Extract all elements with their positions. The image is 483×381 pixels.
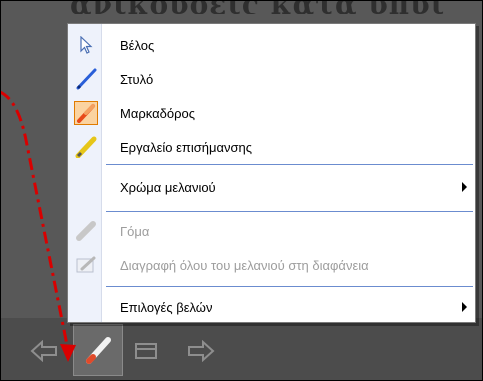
menu-item-erase-all-ink[interactable]: Διαγραφή όλου του μελανιού στη διαφάνεια bbox=[68, 248, 475, 282]
highlighter-icon bbox=[74, 135, 98, 159]
felt-tip-pen-icon bbox=[74, 101, 98, 125]
menu-item-label: Στυλό bbox=[120, 71, 154, 87]
menu-item-arrow-options[interactable]: Επιλογές βελών bbox=[68, 290, 475, 324]
previous-slide-icon bbox=[30, 340, 57, 362]
pointer-options-menu: Βέλος Στυλό Μαρκαδόρος Εργαλείο επισήμαν… bbox=[67, 23, 476, 323]
menu-separator bbox=[106, 164, 473, 165]
submenu-arrow-icon bbox=[462, 182, 467, 192]
menu-item-label: Χρώμα μελανιού bbox=[120, 179, 216, 195]
menu-separator bbox=[106, 211, 473, 212]
slide-title-fragment: ανικουοεις κατα υπυι bbox=[70, 0, 483, 14]
menu-item-pen[interactable]: Στυλό bbox=[68, 62, 475, 96]
slide-menu-button[interactable] bbox=[131, 338, 161, 364]
menu-item-label: Διαγραφή όλου του μελανιού στη διαφάνεια bbox=[120, 257, 369, 273]
menu-item-felt-tip-pen[interactable]: Μαρκαδόρος bbox=[68, 96, 475, 130]
slide-menu-icon bbox=[135, 343, 157, 359]
menu-item-label: Γόμα bbox=[120, 223, 150, 239]
menu-item-highlighter[interactable]: Εργαλείο επισήμανσης bbox=[68, 130, 475, 164]
next-slide-icon bbox=[188, 340, 215, 362]
pen-icon bbox=[74, 67, 98, 91]
erase-all-icon bbox=[74, 253, 98, 277]
menu-item-ink-color[interactable]: Χρώμα μελανιού bbox=[68, 170, 475, 204]
arrow-pointer-icon bbox=[74, 33, 98, 57]
menu-item-label: Βέλος bbox=[120, 37, 155, 53]
menu-item-label: Μαρκαδόρος bbox=[120, 105, 195, 121]
next-slide-button[interactable] bbox=[183, 338, 217, 364]
pen-tool-icon bbox=[86, 337, 111, 364]
slideshow-screen: ανικουοεις κατα υπυι Βέλος bbox=[0, 0, 483, 381]
menu-item-arrow[interactable]: Βέλος bbox=[68, 28, 475, 62]
eraser-icon bbox=[74, 219, 98, 243]
submenu-arrow-icon bbox=[462, 302, 467, 312]
menu-item-label: Επιλογές βελών bbox=[120, 299, 213, 315]
pen-tool-button[interactable] bbox=[73, 324, 123, 376]
menu-item-label: Εργαλείο επισήμανσης bbox=[120, 139, 253, 155]
menu-item-eraser[interactable]: Γόμα bbox=[68, 214, 475, 248]
menu-separator bbox=[106, 286, 473, 287]
previous-slide-button[interactable] bbox=[28, 338, 62, 364]
